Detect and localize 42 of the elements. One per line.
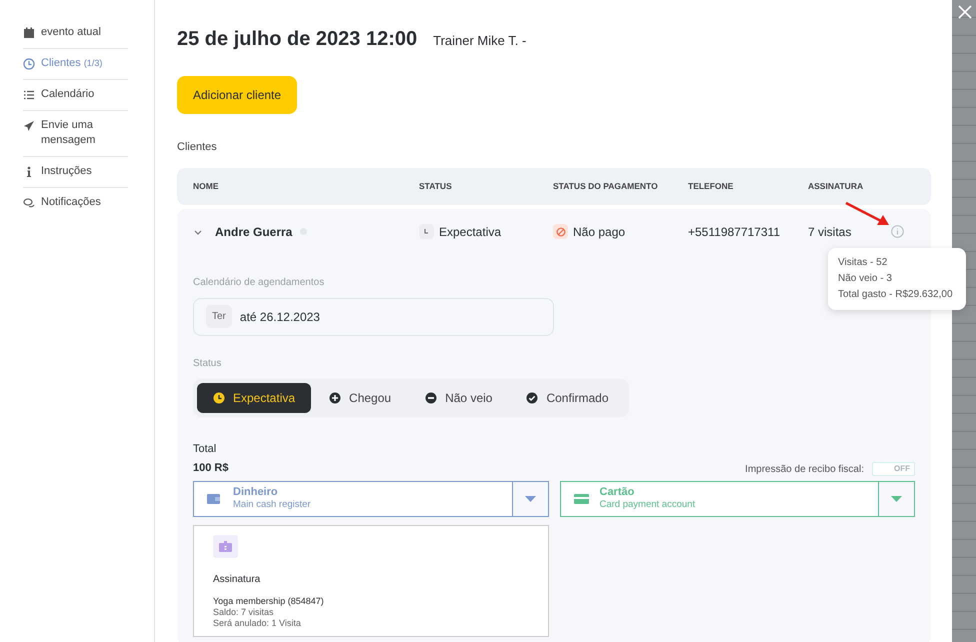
- section-label: Clientes: [177, 140, 218, 155]
- subscription-title: Assinatura: [213, 572, 262, 586]
- sidebar-item[interactable]: Notificações: [23, 188, 128, 218]
- payment-account: Main cash register: [233, 499, 311, 511]
- column-header: ASSINATURA: [808, 180, 864, 191]
- trainer-name: Trainer Mike T. -: [433, 32, 526, 50]
- payment-status-text: Não pago: [573, 224, 626, 240]
- tooltip-line: Não veio - 3: [838, 272, 893, 286]
- field-label: Status: [193, 356, 222, 370]
- column-header: STATUS DO PAGAMENTO: [553, 180, 658, 191]
- subscription-detail: Yoga membership (854847): [213, 596, 325, 606]
- status-option[interactable]: Não veio: [409, 382, 508, 412]
- sidebar-item[interactable]: Calendário: [23, 80, 128, 111]
- column-header: TELEFONE: [688, 180, 734, 191]
- status-option[interactable]: Chegou: [313, 382, 408, 412]
- payment-method-name: Dinheiro: [233, 486, 279, 499]
- status-option[interactable]: Expectativa: [197, 382, 312, 412]
- sidebar-item[interactable]: Envie uma mensagem: [23, 111, 128, 157]
- payment-account: Card payment account: [600, 499, 696, 511]
- total-amount: 100 R$: [193, 461, 228, 476]
- subscription-visits: 7 visitas: [808, 224, 852, 240]
- add-client-button[interactable]: Adicionar cliente: [177, 76, 298, 114]
- total-label: Total: [193, 442, 218, 456]
- column-header: STATUS: [419, 180, 452, 191]
- schedule-until: até 26.12.2023: [240, 308, 320, 326]
- sidebar-item[interactable]: evento atual: [23, 18, 128, 49]
- subscription-detail: Será anulado: 1 Visita: [213, 618, 302, 628]
- receipt-label: Impressão de recibo fiscal:: [745, 462, 864, 476]
- status-option[interactable]: Confirmado: [510, 382, 624, 412]
- field-label: Calendário de agendamentos: [193, 276, 324, 290]
- tooltip-line: Total gasto - R$29.632,00: [838, 288, 954, 302]
- payment-method-name: Cartão: [600, 486, 636, 499]
- client-name[interactable]: Andre Guerra: [215, 222, 292, 240]
- status-text: Expectativa: [439, 224, 502, 240]
- column-header: NOME: [193, 180, 218, 191]
- schedule-field[interactable]: Ter até 26.12.2023: [193, 298, 554, 336]
- day-chip: Ter: [206, 305, 232, 328]
- sidebar-item[interactable]: Instruções: [23, 157, 128, 188]
- page-title: 25 de julho de 2023 12:00: [177, 27, 418, 52]
- tooltip-line: Visitas - 52: [838, 256, 888, 270]
- subscription-detail: Saldo: 7 visitas: [213, 606, 275, 618]
- phone-number: +5511987717311: [688, 224, 780, 238]
